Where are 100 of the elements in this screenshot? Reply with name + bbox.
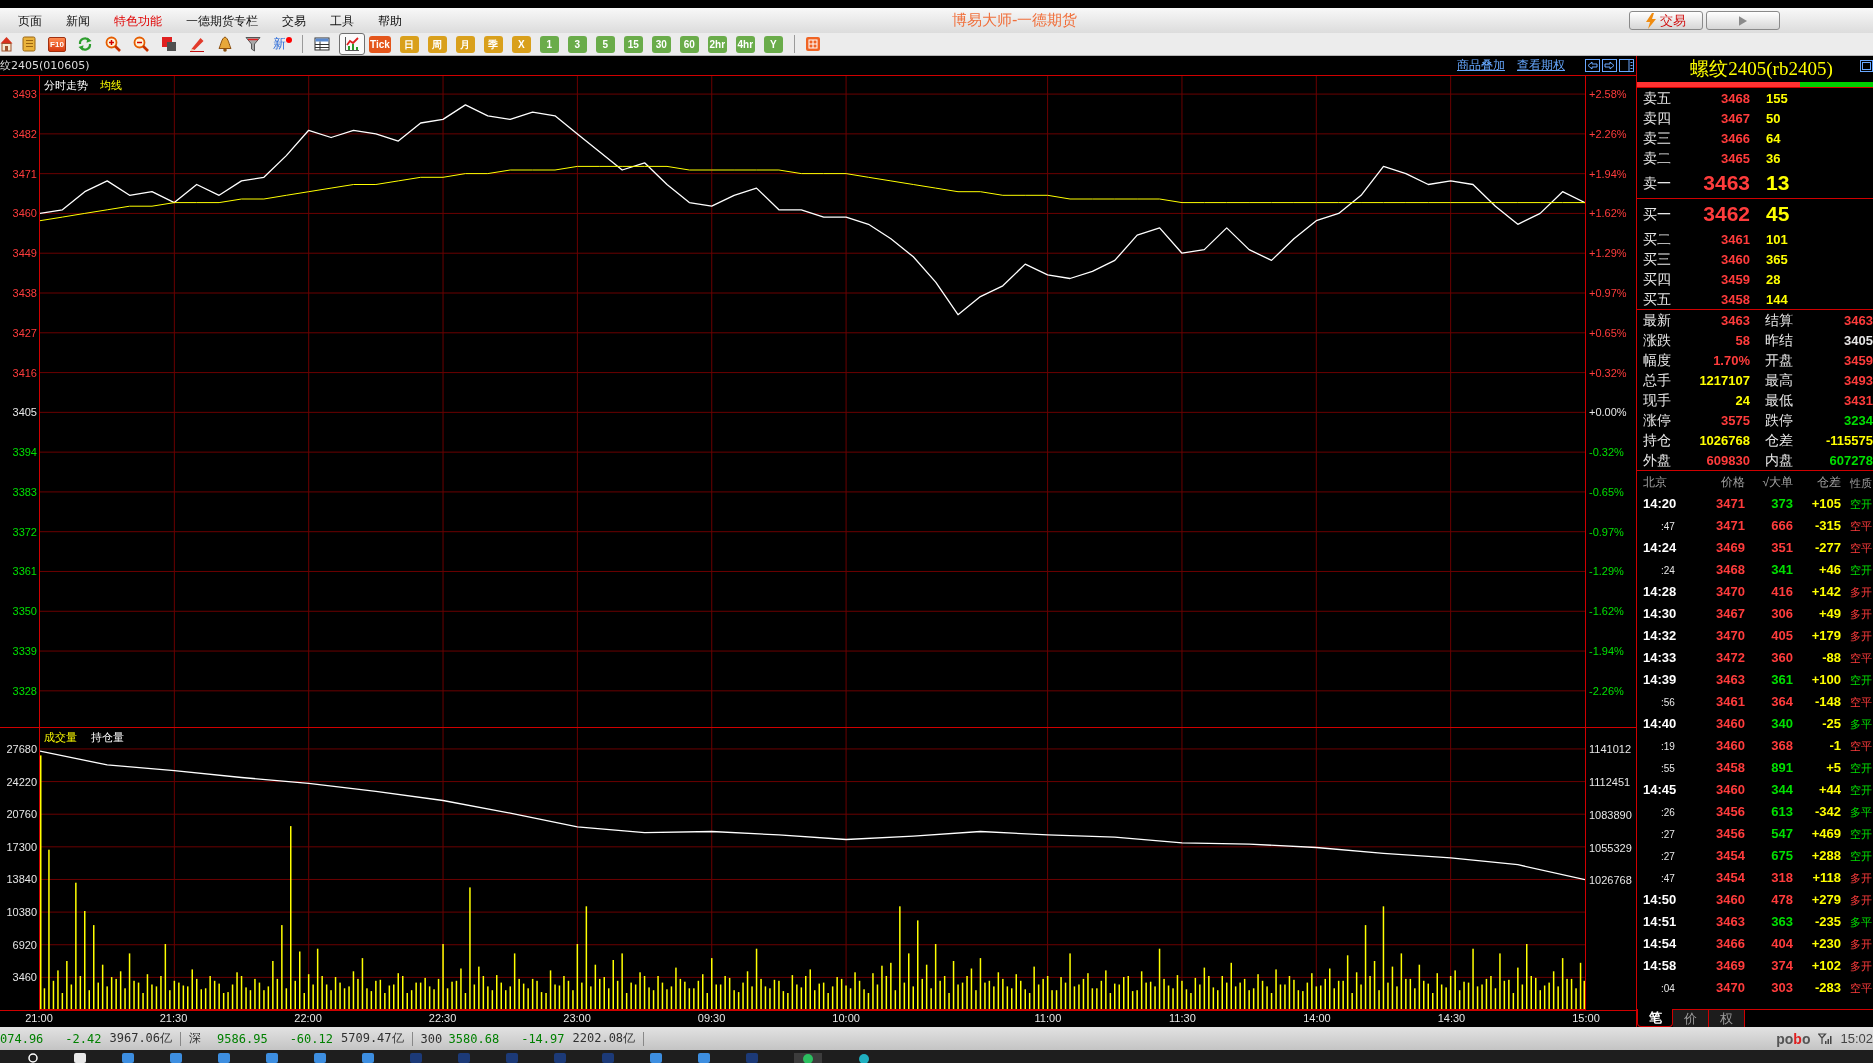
stat-label: 开盘 <box>1765 351 1793 368</box>
tab[interactable]: 价 <box>1673 1009 1709 1027</box>
period-button[interactable]: 4hr <box>735 35 755 53</box>
pencil-icon[interactable] <box>189 36 205 52</box>
volume-bar <box>1149 981 1152 1010</box>
taskbar-app-icon[interactable] <box>858 1053 870 1063</box>
trade-type: 空平 <box>1850 982 1872 994</box>
volume-bar <box>1503 980 1506 1010</box>
menu-item[interactable]: 新闻 <box>66 12 90 29</box>
volume-bar <box>670 986 673 1010</box>
tab[interactable]: 权 <box>1709 1009 1745 1027</box>
volume-bar <box>285 988 288 1010</box>
open-interest-axis-label: 1055329 <box>1589 841 1632 855</box>
home-icon[interactable] <box>0 36 13 52</box>
function-key-button[interactable]: F10 <box>48 36 66 52</box>
order-label: 卖三 <box>1643 129 1671 146</box>
volume-bar <box>755 948 758 1010</box>
trade-price: 3470 <box>1716 584 1745 599</box>
menu-item[interactable]: 帮助 <box>378 12 402 29</box>
right-arrow-icon[interactable] <box>1602 59 1617 72</box>
trade-price: 3469 <box>1716 958 1745 973</box>
grid-icon[interactable] <box>804 36 821 52</box>
menu-item[interactable]: 交易 <box>282 12 306 29</box>
period-button[interactable]: 15 <box>623 35 643 53</box>
period-button[interactable]: 30 <box>651 35 671 53</box>
stat-label: 涨跌 <box>1643 331 1671 348</box>
price-axis-label: 3493 <box>12 87 37 101</box>
period-button[interactable]: 日 <box>399 35 419 53</box>
order-price: 3460 <box>1721 252 1750 267</box>
period-button[interactable]: X <box>511 35 531 53</box>
squares-icon[interactable] <box>161 36 177 52</box>
open-interest-change: +44 <box>1818 782 1841 797</box>
period-button[interactable]: 月 <box>455 35 475 53</box>
trade-volume: 303 <box>1771 980 1793 995</box>
taskbar-app-icon[interactable] <box>794 1053 822 1063</box>
open-interest-change: -342 <box>1814 804 1841 819</box>
zoom-in-icon[interactable] <box>105 36 121 52</box>
arrow-button[interactable] <box>1706 11 1780 30</box>
volume-bar <box>679 978 682 1010</box>
volume-bar <box>352 971 355 1010</box>
taskbar-app-icon[interactable] <box>698 1053 710 1063</box>
order-price: 3459 <box>1721 272 1750 287</box>
taskbar-app-icon[interactable] <box>650 1053 662 1063</box>
period-button[interactable]: 1 <box>539 35 559 53</box>
volume-bar <box>1252 988 1255 1010</box>
trade-button[interactable]: 交易 <box>1629 11 1703 30</box>
view-button[interactable] <box>339 33 365 55</box>
trade-time: :47 <box>1661 521 1675 532</box>
volume-bar <box>1440 984 1443 1010</box>
bell-icon[interactable] <box>217 36 233 52</box>
period-button[interactable]: 季 <box>483 35 503 53</box>
period-button[interactable]: 3 <box>567 35 587 53</box>
tab[interactable]: 笔 <box>1637 1009 1673 1027</box>
header-link[interactable]: 商品叠加 <box>1457 57 1505 74</box>
open-interest-change: +179 <box>1811 628 1841 643</box>
restore-icon[interactable] <box>1860 59 1873 72</box>
funnel-icon[interactable] <box>245 36 261 52</box>
volume-axis-label: 3460 <box>12 970 37 984</box>
search-icon[interactable] <box>28 1053 38 1063</box>
index-turnover: 3967.06亿 <box>109 1030 173 1047</box>
header-link[interactable]: 查看期权 <box>1517 57 1565 74</box>
trade-price: 3472 <box>1716 650 1745 665</box>
percent-axis-label: +0.65% <box>1589 326 1627 340</box>
stat-value: 3463 <box>1844 313 1873 328</box>
volume-bar <box>1512 993 1515 1010</box>
period-button[interactable]: 5 <box>595 35 615 53</box>
trade-price: 3460 <box>1716 782 1745 797</box>
trade-type: 空开 <box>1850 828 1872 840</box>
trade-volume: 344 <box>1771 782 1793 797</box>
taskbar-app-icon[interactable] <box>314 1053 326 1063</box>
volume-bar <box>1306 982 1309 1010</box>
menu-item[interactable]: 工具 <box>330 12 354 29</box>
taskbar-app-icon[interactable] <box>218 1053 230 1063</box>
period-button[interactable]: Y <box>763 35 783 53</box>
volume-bar <box>1288 976 1291 1010</box>
news-button[interactable]: 新 <box>273 36 292 52</box>
stat-value: 58 <box>1735 333 1750 348</box>
taskbar-app-icon[interactable] <box>74 1053 86 1063</box>
period-button[interactable]: 60 <box>679 35 699 53</box>
menu-item[interactable]: 一德期货专栏 <box>186 12 258 29</box>
refresh-icon[interactable] <box>77 36 93 52</box>
left-arrow-icon[interactable] <box>1585 59 1600 72</box>
price-axis-label: 3438 <box>12 286 37 300</box>
zoom-out-icon[interactable] <box>133 36 149 52</box>
menu-item[interactable]: 页面 <box>18 12 42 29</box>
period-button[interactable]: Tick <box>369 35 391 53</box>
percent-axis-label: -1.62% <box>1589 604 1624 618</box>
index-change: -2.42 <box>65 1031 102 1046</box>
split-view-icon[interactable] <box>1619 59 1634 72</box>
menu-item[interactable]: 特色功能 <box>114 12 162 29</box>
period-button[interactable]: 周 <box>427 35 447 53</box>
volume-bar <box>222 993 225 1010</box>
taskbar-app-icon[interactable] <box>266 1053 278 1063</box>
taskbar-app-icon[interactable] <box>362 1053 374 1063</box>
notebook-icon[interactable] <box>21 36 37 52</box>
time-axis-label: 14:00 <box>1303 1012 1331 1025</box>
taskbar-app-icon[interactable] <box>122 1053 134 1063</box>
volume-bar <box>137 982 140 1010</box>
period-button[interactable]: 2hr <box>707 35 727 53</box>
taskbar-app-icon[interactable] <box>170 1053 182 1063</box>
